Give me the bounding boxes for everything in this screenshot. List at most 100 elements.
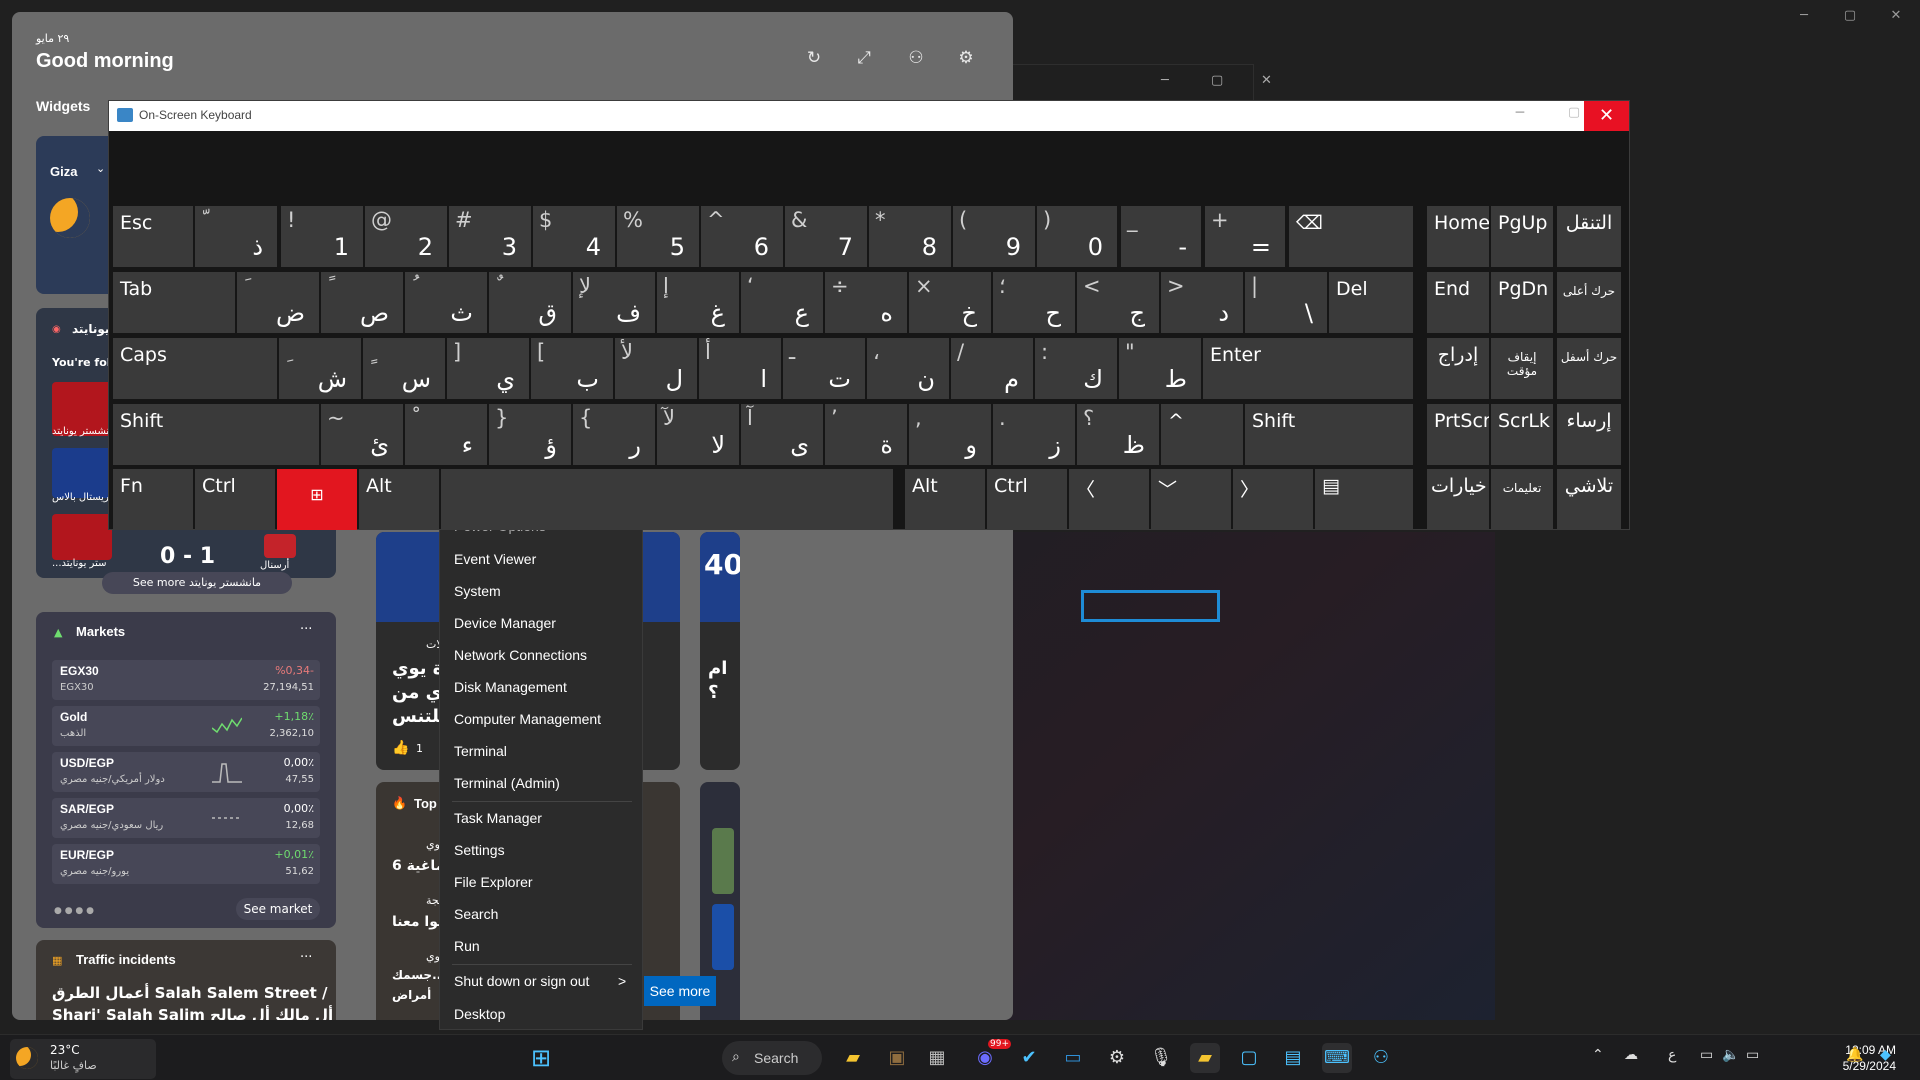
osk-key[interactable]: ـت: [783, 338, 865, 399]
osk-key[interactable]: * 8: [869, 206, 951, 267]
see-more-button[interactable]: See more: [644, 976, 716, 1006]
osk-key[interactable]: ^ 6: [701, 206, 783, 267]
osk-key[interactable]: Del: [1329, 272, 1413, 333]
osk-key[interactable]: > د: [1161, 272, 1243, 333]
osk-key[interactable]: ؟ ظ: [1077, 404, 1159, 465]
menu-item-event-viewer[interactable]: Event Viewer: [454, 551, 536, 567]
osk-key[interactable]: < ج: [1077, 272, 1159, 333]
osk-key[interactable]: #3: [449, 206, 531, 267]
osk-key[interactable]: _ -: [1121, 206, 1201, 267]
osk-key[interactable]: Enter: [1203, 338, 1413, 399]
osk-key[interactable]: Esc: [113, 206, 193, 267]
todo-icon[interactable]: ✔: [1014, 1043, 1044, 1073]
middle-maximize-button[interactable]: ▢: [1211, 73, 1223, 88]
osk-nav-key[interactable]: إيقاف مؤقت: [1491, 338, 1553, 399]
menu-item-device-manager[interactable]: Device Manager: [454, 615, 556, 631]
weather-card[interactable]: Giza ⌄: [36, 136, 116, 294]
osk-key[interactable]: ’ ة: [825, 404, 907, 465]
osk-nav-key[interactable]: حرك أعلى: [1557, 272, 1621, 333]
market-row[interactable]: USD/EGP دولار أمريكي/جنيه مصري 0,00٪ 47,…: [52, 752, 320, 792]
osk-key[interactable]: ْء: [405, 404, 487, 465]
monitor-icon[interactable]: ▤: [1278, 1043, 1308, 1073]
menu-item-disk-management[interactable]: Disk Management: [454, 679, 567, 695]
traffic-card[interactable]: ▦ Traffic incidents ··· أعمال الطرق Sala…: [36, 940, 336, 1020]
background-minimize-button[interactable]: ─: [1784, 8, 1824, 23]
microphone-icon[interactable]: 🎙: [1146, 1043, 1176, 1073]
calculator-icon[interactable]: ▦: [922, 1043, 952, 1073]
osk-nav-key[interactable]: إرساء: [1557, 404, 1621, 465]
menu-item-task-manager[interactable]: Task Manager: [454, 810, 542, 826]
background-maximize-button[interactable]: ▢: [1830, 8, 1870, 23]
market-row[interactable]: EUR/EGP يورو/جنيه مصري +0,01٪ 51,62: [52, 844, 320, 884]
store-icon[interactable]: ▣: [882, 1043, 912, 1073]
osk-key[interactable]: Caps: [113, 338, 277, 399]
remote-desktop-icon[interactable]: ▭: [1058, 1043, 1088, 1073]
osk-key[interactable]: Alt: [359, 469, 439, 530]
menu-item-desktop[interactable]: Desktop: [454, 1006, 505, 1022]
chevron-down-icon[interactable]: ⌄: [96, 162, 105, 175]
osk-key[interactable]: } ؤ: [489, 404, 571, 465]
cloud-icon[interactable]: ☁: [1624, 1047, 1638, 1063]
news-card-2[interactable]: 40 ام ؟: [700, 532, 740, 770]
windows-start-icon[interactable]: ⊞: [526, 1043, 556, 1073]
osk-nav-key[interactable]: إدراج: [1427, 338, 1489, 399]
osk-key[interactable]: ,و: [909, 404, 991, 465]
osk-key[interactable]: Shift: [1245, 404, 1413, 465]
osk-key[interactable]: ÷ ه: [825, 272, 907, 333]
osk-key[interactable]: ُث: [405, 272, 487, 333]
osk-key[interactable]: × خ: [909, 272, 991, 333]
settings-icon[interactable]: ⚙: [1102, 1043, 1132, 1073]
osk-nav-key[interactable]: PrtScn: [1427, 404, 1489, 465]
osk-key[interactable]: & 7: [785, 206, 867, 267]
middle-close-button[interactable]: ✕: [1261, 73, 1272, 88]
osk-nav-key[interactable]: Home: [1427, 206, 1489, 267]
osk-key[interactable]: :ك: [1035, 338, 1117, 399]
markets-card[interactable]: ▲ Markets ··· EGX30 EGX30 %0,34- 27,194,…: [36, 612, 336, 928]
taskbar-search-box[interactable]: ⌕ Search: [722, 1041, 822, 1075]
markets-more-button[interactable]: ···: [300, 622, 312, 637]
osk-key[interactable]: @2: [365, 206, 447, 267]
osk-key[interactable]: لإ ف: [573, 272, 655, 333]
osk-key[interactable]: [441, 469, 893, 530]
menu-item-computer-management[interactable]: Computer Management: [454, 711, 601, 727]
osk-nav-key[interactable]: PgDn: [1491, 272, 1553, 333]
menu-item-terminal[interactable]: Terminal: [454, 743, 507, 759]
osk-key[interactable]: (9: [953, 206, 1035, 267]
language-indicator[interactable]: ع: [1668, 1047, 1676, 1063]
osk-key[interactable]: " ط: [1119, 338, 1201, 399]
osk-key[interactable]: ِش: [279, 338, 361, 399]
like-icon[interactable]: 👍: [392, 740, 409, 756]
osk-key[interactable]: ٍس: [363, 338, 445, 399]
osk-key[interactable]: ) 0: [1037, 206, 1117, 267]
osk-titlebar[interactable]: On-Screen Keyboard ─ ▢ ✕: [109, 101, 1629, 131]
osk-key[interactable]: إغ: [657, 272, 739, 333]
osk-key[interactable]: ، ن: [867, 338, 949, 399]
osk-key[interactable]: آى: [741, 404, 823, 465]
refresh-icon[interactable]: ↻: [800, 44, 828, 72]
osk-key[interactable]: | \: [1245, 272, 1327, 333]
copilot-icon[interactable]: ◆: [1880, 1047, 1891, 1063]
osk-key[interactable]: Alt: [905, 469, 985, 530]
osk-key[interactable]: ~ ئ: [321, 404, 403, 465]
menu-item-terminal-admin[interactable]: Terminal (Admin): [454, 775, 560, 791]
osk-key[interactable]: 〉: [1233, 469, 1313, 530]
osk-nav-key[interactable]: حرك أسفل: [1557, 338, 1621, 399]
osk-key[interactable]: ▤: [1315, 469, 1413, 530]
osk-key[interactable]: ⊞: [277, 469, 357, 530]
osk-key[interactable]: Fn: [113, 469, 193, 530]
osk-key[interactable]: + =: [1205, 206, 1285, 267]
people-app-icon[interactable]: ⚇: [1366, 1043, 1396, 1073]
keyboard-app-icon[interactable]: ⌨: [1322, 1043, 1352, 1073]
osk-key[interactable]: % 5: [617, 206, 699, 267]
menu-item-shut-down[interactable]: Shut down or sign out: [454, 973, 589, 989]
osk-nav-key[interactable]: تلاشي: [1557, 469, 1621, 530]
osk-key[interactable]: ٌق: [489, 272, 571, 333]
gear-icon[interactable]: ⚙: [952, 44, 980, 72]
sports-see-more-button[interactable]: See more مانشستر يونايتد: [102, 572, 292, 594]
battery-icon[interactable]: ▭: [1746, 1047, 1759, 1063]
menu-item-system[interactable]: System: [454, 583, 501, 599]
osk-close-button[interactable]: ✕: [1584, 101, 1629, 131]
middle-minimize-button[interactable]: ─: [1161, 73, 1169, 88]
menu-item-file-explorer[interactable]: File Explorer: [454, 874, 533, 890]
osk-nav-key[interactable]: End: [1427, 272, 1489, 333]
